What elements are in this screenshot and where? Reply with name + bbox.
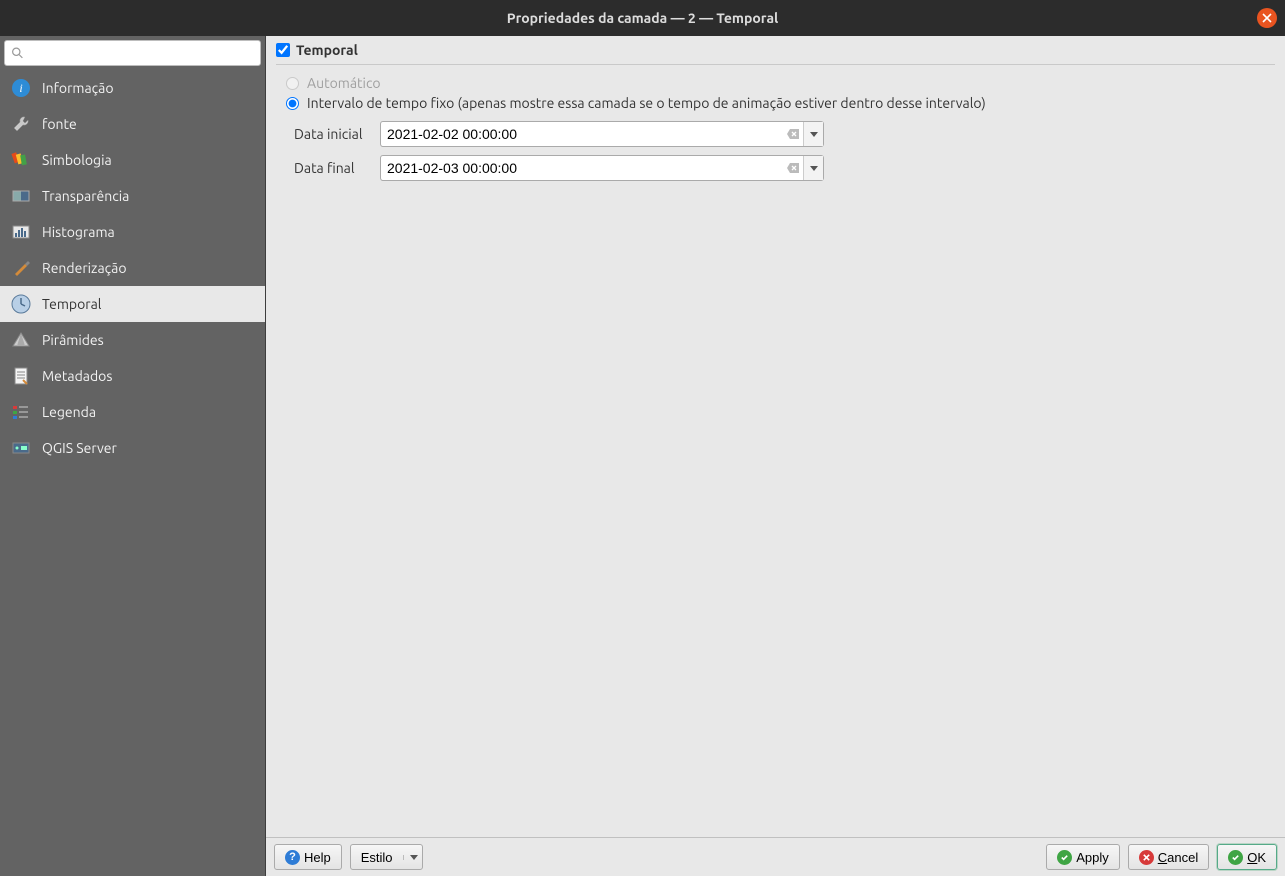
sidebar-item-label: QGIS Server — [42, 440, 117, 456]
sidebar-item-informacao[interactable]: i Informação — [0, 70, 265, 106]
sidebar-item-label: Simbologia — [42, 152, 112, 168]
end-date-field — [380, 155, 824, 181]
cancel-button[interactable]: CCancelancel — [1128, 844, 1209, 870]
document-icon — [10, 365, 32, 387]
sidebar-item-label: Histograma — [42, 224, 115, 240]
sidebar-item-piramides[interactable]: Pirâmides — [0, 322, 265, 358]
help-icon: ? — [285, 850, 300, 865]
start-date-row: Data inicial — [294, 121, 1275, 147]
style-button-label: Estilo — [361, 850, 393, 865]
window-title: Propriedades da camada — 2 — Temporal — [507, 10, 779, 26]
transparency-icon — [10, 185, 32, 207]
sidebar-item-fonte[interactable]: fonte — [0, 106, 265, 142]
apply-button[interactable]: Apply — [1046, 844, 1120, 870]
temporal-group-title: Temporal — [296, 42, 358, 58]
temporal-enable-checkbox[interactable] — [276, 43, 290, 57]
chevron-down-icon — [403, 855, 418, 860]
start-date-input[interactable] — [381, 122, 783, 146]
end-date-clear[interactable] — [783, 156, 803, 180]
radio-fixed[interactable] — [286, 97, 299, 110]
clock-icon — [10, 293, 32, 315]
paintbrush-icon — [10, 257, 32, 279]
radio-automatic-label: Automático — [307, 75, 381, 91]
start-date-field — [380, 121, 824, 147]
apply-button-label: Apply — [1076, 850, 1109, 865]
sidebar-nav: i Informação fonte Simbologia — [0, 70, 265, 876]
radio-fixed-row[interactable]: Intervalo de tempo fixo (apenas mostre e… — [286, 95, 1275, 111]
radio-fixed-label: Intervalo de tempo fixo (apenas mostre e… — [307, 95, 986, 111]
sidebar-search-input[interactable] — [4, 40, 261, 66]
sidebar-item-label: Legenda — [42, 404, 96, 420]
ok-button-label: OOKK — [1247, 850, 1266, 865]
end-date-dropdown[interactable] — [803, 156, 823, 180]
close-button[interactable] — [1257, 8, 1277, 28]
dialog-footer: ? Help Estilo Apply CCancelancel — [266, 837, 1285, 876]
check-icon — [1057, 850, 1072, 865]
sidebar-item-legenda[interactable]: Legenda — [0, 394, 265, 430]
sidebar: i Informação fonte Simbologia — [0, 36, 266, 876]
cancel-button-label: CCancelancel — [1158, 850, 1198, 865]
chevron-down-icon — [810, 132, 818, 137]
histogram-icon — [10, 221, 32, 243]
wrench-icon — [10, 113, 32, 135]
brush-icon — [10, 149, 32, 171]
end-date-label: Data final — [294, 160, 372, 176]
temporal-group-header: Temporal — [276, 42, 1275, 65]
info-icon: i — [10, 77, 32, 99]
sidebar-item-label: Informação — [42, 80, 114, 96]
sidebar-item-label: Metadados — [42, 368, 112, 384]
sidebar-item-metadados[interactable]: Metadados — [0, 358, 265, 394]
pyramid-icon — [10, 329, 32, 351]
ok-button[interactable]: OOKK — [1217, 844, 1277, 870]
sidebar-item-label: Transparência — [42, 188, 129, 204]
sidebar-item-label: fonte — [42, 116, 77, 132]
sidebar-item-label: Pirâmides — [42, 332, 104, 348]
sidebar-item-temporal[interactable]: Temporal — [0, 286, 265, 322]
sidebar-item-simbologia[interactable]: Simbologia — [0, 142, 265, 178]
backspace-icon — [787, 129, 799, 139]
radio-automatic-row: Automático — [286, 75, 1275, 91]
help-button[interactable]: ? Help — [274, 844, 342, 870]
main-panel: Temporal Automático Intervalo de tempo f… — [266, 36, 1285, 876]
ok-icon — [1228, 850, 1243, 865]
sidebar-item-label: Renderização — [42, 260, 127, 276]
style-button[interactable]: Estilo — [350, 844, 423, 870]
end-date-input[interactable] — [381, 156, 783, 180]
radio-automatic — [286, 77, 299, 90]
start-date-label: Data inicial — [294, 126, 372, 142]
cancel-icon — [1139, 850, 1154, 865]
end-date-row: Data final — [294, 155, 1275, 181]
chevron-down-icon — [810, 166, 818, 171]
close-icon — [1262, 13, 1272, 23]
sidebar-item-qgis-server[interactable]: QGIS Server — [0, 430, 265, 466]
legend-icon — [10, 401, 32, 423]
help-button-label: Help — [304, 850, 331, 865]
titlebar: Propriedades da camada — 2 — Temporal — [0, 0, 1285, 36]
svg-text:i: i — [19, 81, 22, 95]
start-date-dropdown[interactable] — [803, 122, 823, 146]
sidebar-item-label: Temporal — [42, 296, 101, 312]
backspace-icon — [787, 163, 799, 173]
server-icon — [10, 437, 32, 459]
start-date-clear[interactable] — [783, 122, 803, 146]
sidebar-item-renderizacao[interactable]: Renderização — [0, 250, 265, 286]
sidebar-item-transparencia[interactable]: Transparência — [0, 178, 265, 214]
search-icon — [11, 47, 24, 60]
sidebar-item-histograma[interactable]: Histograma — [0, 214, 265, 250]
